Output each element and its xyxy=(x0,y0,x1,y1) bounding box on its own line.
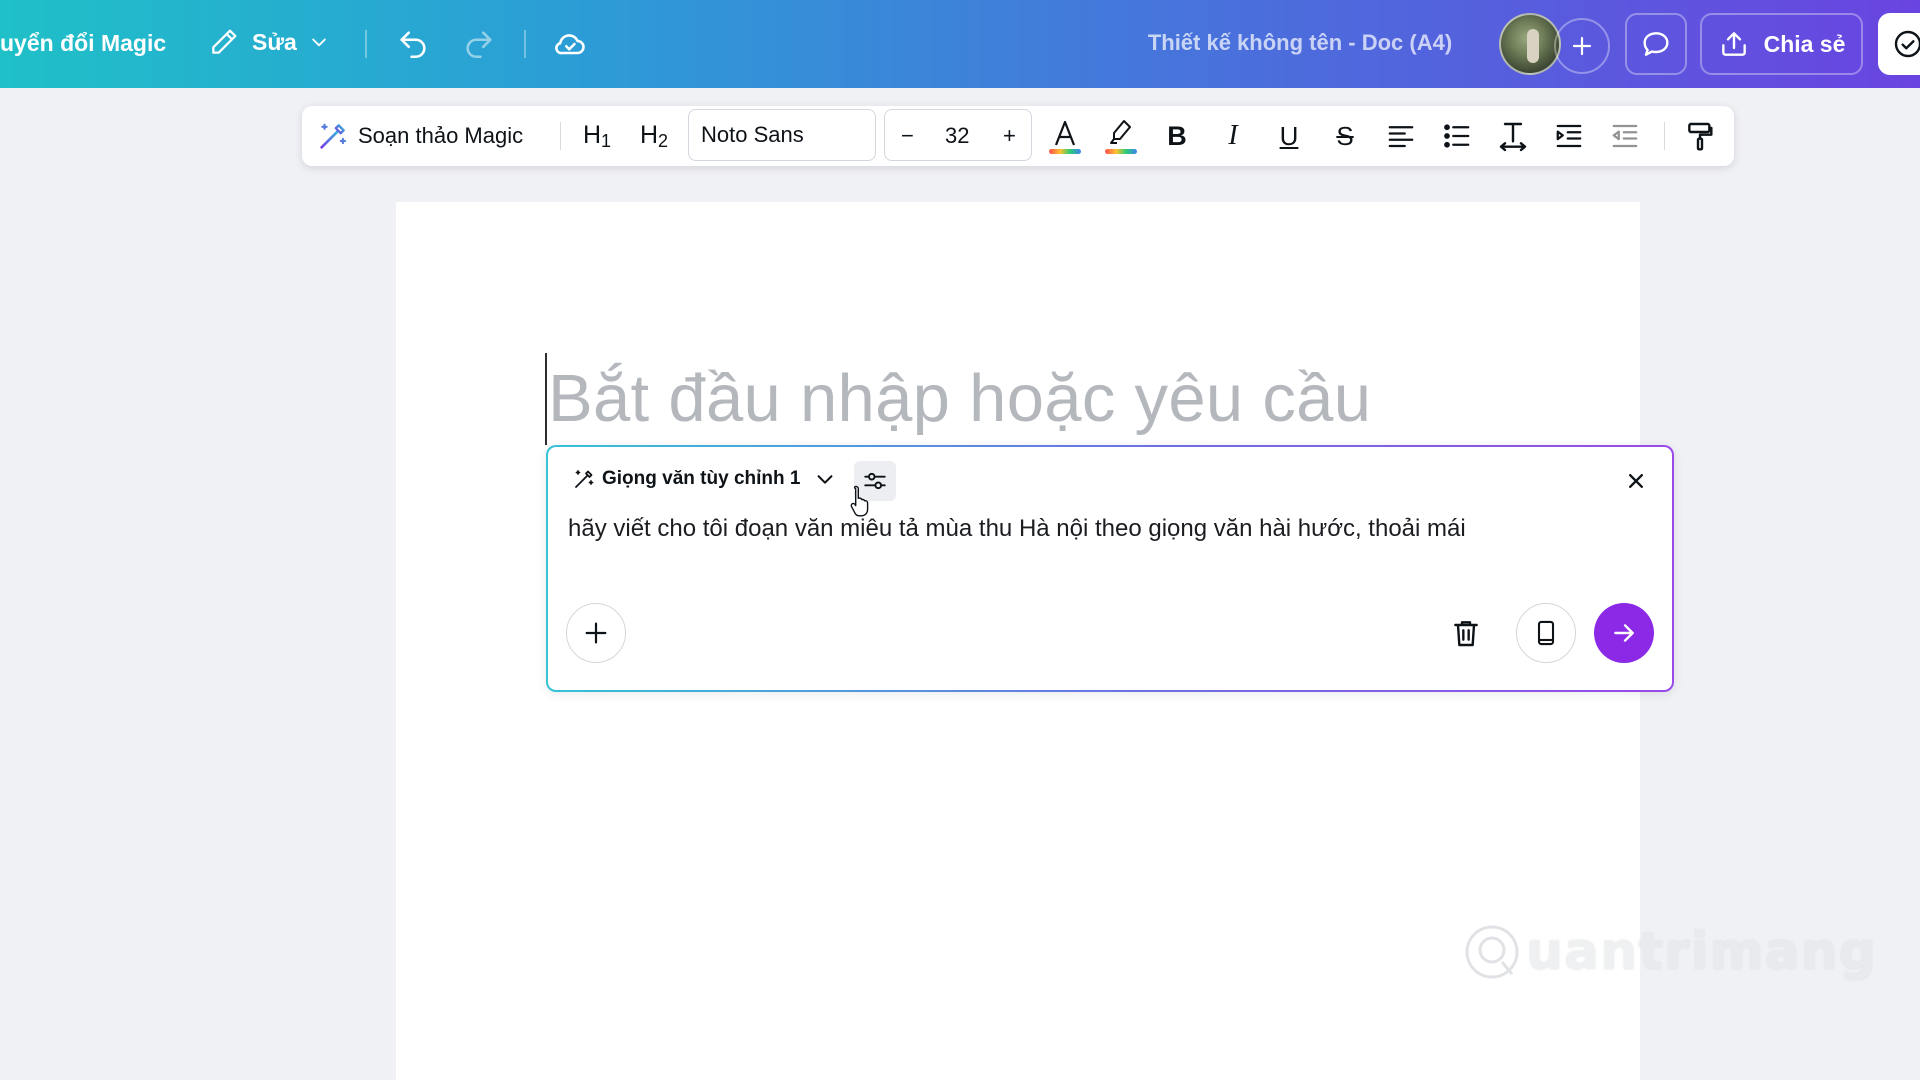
share-button[interactable]: Chia sẻ xyxy=(1700,13,1863,75)
align-button[interactable] xyxy=(1378,106,1424,166)
cloud-check-icon xyxy=(552,26,588,62)
strikethrough-button[interactable]: S xyxy=(1322,106,1368,166)
prompt-input[interactable]: hãy viết cho tôi đoạn văn miêu tả mùa th… xyxy=(568,515,1466,543)
edit-mode-label: Sửa xyxy=(252,28,297,55)
increase-size-button[interactable]: + xyxy=(1003,123,1016,149)
heading-1-icon: H1 xyxy=(583,121,611,152)
watermark-logo-icon xyxy=(1462,922,1522,982)
italic-button[interactable]: I xyxy=(1210,106,1256,166)
heading-2-main: H xyxy=(639,120,659,149)
delete-prompt-button[interactable] xyxy=(1446,613,1486,653)
redo-button[interactable] xyxy=(462,27,496,61)
chevron-down-icon xyxy=(309,32,329,52)
share-label: Chia sẻ xyxy=(1763,30,1846,57)
heading-1-sub: 1 xyxy=(601,130,612,151)
undo-icon xyxy=(396,27,430,61)
add-collaborator-button[interactable] xyxy=(1554,18,1610,74)
bullet-list-icon xyxy=(1442,121,1472,151)
magic-switch-label: uyển đổi Magic xyxy=(0,30,167,56)
text-color-icon xyxy=(1046,116,1084,156)
font-size-value[interactable]: 32 xyxy=(945,123,969,149)
document-placeholder[interactable]: Bắt đầu nhập hoặc yêu cầu xyxy=(548,360,1371,437)
trash-icon xyxy=(1450,617,1482,649)
magic-write-button[interactable]: Soạn thảo Magic xyxy=(316,106,544,166)
comments-button[interactable] xyxy=(1625,13,1687,75)
indent-button[interactable] xyxy=(1546,106,1592,166)
font-family-dropdown[interactable]: Noto Sans xyxy=(688,109,876,161)
plus-icon xyxy=(582,619,610,647)
font-family-value: Noto Sans xyxy=(701,122,804,147)
toolbar-divider xyxy=(560,122,561,150)
highlight-color-button[interactable] xyxy=(1098,106,1144,166)
close-panel-button[interactable] xyxy=(1620,465,1652,497)
magic-switch-button[interactable]: uyển đổi Magic xyxy=(0,30,166,57)
brand-voice-button[interactable] xyxy=(1516,603,1576,663)
mobile-device-icon xyxy=(1532,618,1560,648)
heading-2-icon: H2 xyxy=(640,121,668,152)
line-spacing-icon xyxy=(1497,120,1529,152)
watermark-text: uantrimang xyxy=(1526,922,1877,982)
align-left-icon xyxy=(1386,121,1416,151)
heading-2-button[interactable]: H2 xyxy=(628,106,680,166)
paint-roller-icon xyxy=(1684,120,1716,152)
toolbar-divider xyxy=(524,30,526,58)
font-size-stepper: − 32 + xyxy=(884,109,1032,161)
magic-wand-icon xyxy=(572,467,596,491)
close-icon xyxy=(1626,471,1646,491)
magic-write-panel: Giọng văn tùy chỉnh 1 hãy viết cho tôi đ… xyxy=(546,445,1674,692)
heading-2-sub: 2 xyxy=(658,130,669,151)
line-spacing-button[interactable] xyxy=(1490,106,1536,166)
underline-button[interactable]: U xyxy=(1266,106,1312,166)
submit-prompt-button[interactable] xyxy=(1594,603,1654,663)
indent-decrease-icon xyxy=(1610,121,1640,151)
bold-button[interactable]: B xyxy=(1154,106,1200,166)
voice-dropdown[interactable]: Giọng văn tùy chỉnh 1 xyxy=(572,467,836,491)
outdent-button[interactable] xyxy=(1602,106,1648,166)
pencil-icon xyxy=(208,26,240,58)
toolbar-divider xyxy=(365,30,367,58)
comment-icon xyxy=(1640,28,1672,60)
add-attachment-button[interactable] xyxy=(566,603,626,663)
watermark: uantrimang xyxy=(1462,922,1877,982)
chevron-down-icon xyxy=(814,468,836,490)
heading-1-button[interactable]: H1 xyxy=(572,106,622,166)
text-caret xyxy=(545,353,547,445)
bullet-list-button[interactable] xyxy=(1434,106,1480,166)
text-color-button[interactable] xyxy=(1042,106,1088,166)
magic-wand-icon xyxy=(316,119,350,153)
document-title[interactable]: Thiết kế không tên - Doc (A4) xyxy=(1120,30,1480,56)
plus-icon xyxy=(1570,34,1594,58)
indent-increase-icon xyxy=(1554,121,1584,151)
highlighter-icon xyxy=(1102,116,1140,156)
avatar[interactable] xyxy=(1499,13,1561,75)
undo-button[interactable] xyxy=(396,27,430,61)
hand-pointer-icon xyxy=(850,484,874,518)
arrow-right-icon xyxy=(1611,620,1637,646)
format-toolbar: Soạn thảo Magic H1 H2 Noto Sans − 32 + B… xyxy=(302,106,1734,166)
edit-mode-button[interactable]: Sửa xyxy=(208,26,329,58)
voice-label: Giọng văn tùy chỉnh 1 xyxy=(602,468,801,489)
heading-1-main: H xyxy=(582,120,602,149)
copy-style-button[interactable] xyxy=(1676,106,1724,166)
cloud-saved-button[interactable] xyxy=(552,26,588,62)
upload-icon xyxy=(1718,28,1750,60)
decrease-size-button[interactable]: − xyxy=(901,123,914,149)
toolbar-divider xyxy=(1664,122,1665,150)
magic-write-label: Soạn thảo Magic xyxy=(358,123,524,148)
redo-icon xyxy=(462,27,496,61)
publish-check-button[interactable] xyxy=(1878,13,1920,75)
top-bar: uyển đổi Magic Sửa Thiết kế không tên - … xyxy=(0,0,1920,88)
check-circle-icon xyxy=(1892,28,1920,60)
